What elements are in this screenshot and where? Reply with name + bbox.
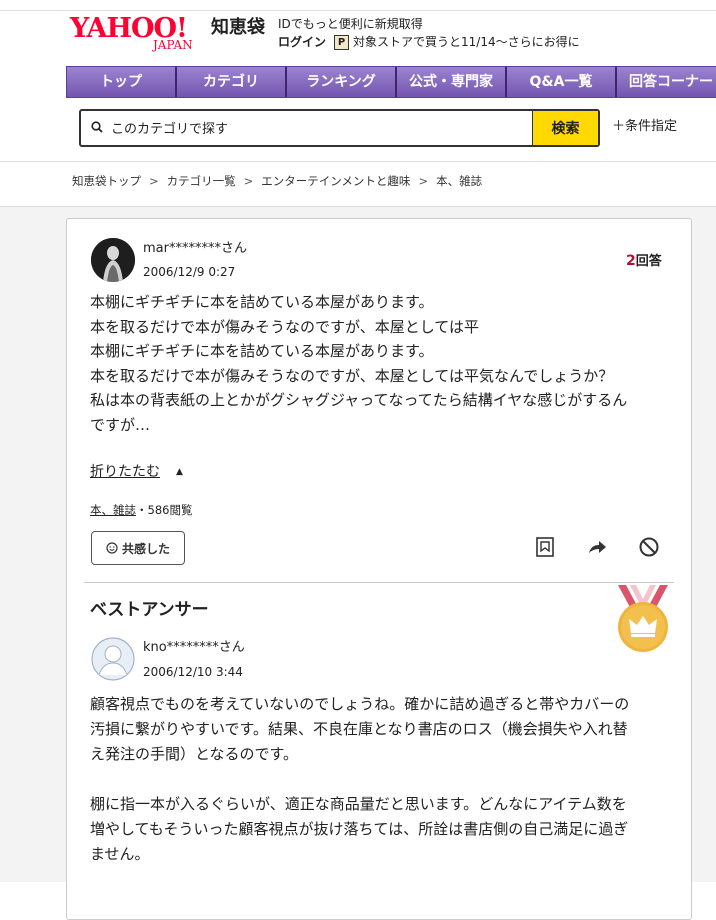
- answer-line: [90, 767, 680, 792]
- answer-line: 顧客視点でものを考えていないのでしょうね。確かに詰め過ぎると帯やカバーの: [90, 695, 630, 713]
- condition-link[interactable]: ＋条件指定: [612, 118, 677, 136]
- answer-count-number: 2: [626, 253, 636, 269]
- breadcrumb-separator: >: [418, 174, 429, 188]
- answer-line: 棚に指一本が入るぐらいが、適正な商品量だと思います。どんなにアイテム数を: [90, 795, 627, 813]
- answer-line: 汚損に繋がりやすいです。結果、不良在庫となり書店のロス（機会損失や入れ替: [90, 720, 628, 738]
- answer-line: え発注の手間）となるのです。: [90, 745, 299, 763]
- nav-official-expert[interactable]: 公式・専門家: [397, 67, 507, 97]
- question-meta: 本、雑誌・586閲覧: [90, 502, 192, 518]
- avatar-image: [91, 238, 135, 282]
- search-button[interactable]: 検索: [532, 111, 598, 145]
- nav-top[interactable]: トップ: [67, 67, 177, 97]
- search-input[interactable]: [111, 119, 531, 139]
- caret-up-icon: ▲: [176, 467, 183, 477]
- bookmark-icon[interactable]: [534, 536, 556, 558]
- questioner-name[interactable]: mar********さん: [143, 240, 247, 258]
- breadcrumb-item-categories[interactable]: カテゴリ一覧: [167, 173, 236, 189]
- answerer-name[interactable]: kno********さん: [143, 639, 245, 657]
- question-line: 本を取るだけで本が傷みそうなのですが、本屋としては平気なんでしょうか？: [90, 366, 614, 385]
- answer-line: 増やしてもそういった顧客視点が抜け落ちては、所詮は書店側の自己満足に過ぎ: [90, 820, 629, 838]
- share-icon[interactable]: [586, 536, 608, 558]
- login-link[interactable]: ログイン: [278, 34, 326, 50]
- service-name[interactable]: 知恵袋: [211, 17, 265, 39]
- top-bar: [0, 0, 716, 11]
- category-link[interactable]: 本、雑誌: [90, 503, 136, 517]
- question-line: 私は本の背表紙の上とかがグシャグジャってなってたら結構イヤな感じがするん: [90, 391, 628, 409]
- question-divider: [84, 582, 674, 583]
- medal-icon: [618, 585, 668, 652]
- breadcrumb-item-books[interactable]: 本、雑誌: [436, 173, 482, 189]
- answer-date: 2006/12/10 3:44: [143, 665, 243, 679]
- nav-answer-corner[interactable]: 回答コーナー: [617, 67, 716, 97]
- breadcrumb-item-top[interactable]: 知恵袋トップ: [72, 173, 141, 189]
- nav-category[interactable]: カテゴリ: [177, 67, 287, 97]
- answerer-avatar[interactable]: [91, 637, 135, 681]
- search-box: 検索: [79, 109, 600, 147]
- yahoo-japan-logo[interactable]: YAHOO! JAPAN: [70, 14, 210, 54]
- nav-ranking[interactable]: ランキング: [287, 67, 397, 97]
- questioner-avatar[interactable]: [91, 238, 135, 282]
- global-nav: トップ カテゴリ ランキング 公式・専門家 Q&A一覧 回答コーナー: [66, 66, 716, 98]
- question-line: ですが…: [90, 415, 151, 434]
- empathy-button[interactable]: 共感した: [91, 531, 185, 565]
- breadcrumb: 知恵袋トップ > カテゴリ一覧 > エンターテインメントと趣味 > 本、雑誌: [72, 173, 482, 189]
- best-answer-body: 顧客視点でものを考えていないのでしょうね。確かに詰め過ぎると帯やカバーの 汚損に…: [90, 692, 680, 867]
- question-line: 本棚にギチギチに本を詰めている本屋があります。: [90, 342, 434, 360]
- question-body: 本棚にギチギチに本を詰めている本屋があります。 本を取るだけで本が傷みそうなので…: [90, 290, 680, 437]
- question-line: 本棚にギチギチに本を詰めている本屋があります。: [90, 293, 434, 311]
- paypay-icon: P: [334, 34, 350, 50]
- promo-line: ログイン P 対象ストアで買うと11/14～さらにお得に: [278, 34, 580, 50]
- question-date: 2006/12/9 0:27: [143, 265, 236, 279]
- question-line: 本を取るだけで本が傷みそうなのですが、本屋としては平: [90, 317, 479, 336]
- breadcrumb-item-entertainment[interactable]: エンターテインメントと趣味: [261, 173, 410, 189]
- header-divider: [0, 161, 716, 162]
- best-answer-title: ベストアンサー: [90, 600, 209, 620]
- logo-sub: JAPAN: [153, 38, 193, 52]
- fold-toggle[interactable]: 折りたたむ: [90, 462, 160, 482]
- breadcrumb-separator: >: [149, 174, 159, 188]
- signup-link[interactable]: IDでもっと便利に新規取得: [278, 16, 423, 32]
- empathy-label: 共感した: [121, 541, 170, 556]
- nav-qa-list[interactable]: Q&A一覧: [507, 67, 617, 97]
- breadcrumb-separator: >: [243, 174, 254, 188]
- view-count: ・586閲覧: [136, 503, 193, 517]
- promo-text[interactable]: 対象ストアで買うと11/14～さらにお得に: [353, 34, 580, 50]
- answer-count-suffix: 回答: [635, 254, 662, 269]
- block-icon[interactable]: [638, 536, 660, 558]
- search-icon: [91, 121, 103, 133]
- smile-icon: [106, 542, 118, 554]
- answer-count: 2回答: [626, 252, 662, 271]
- answer-line: ません。: [90, 845, 150, 863]
